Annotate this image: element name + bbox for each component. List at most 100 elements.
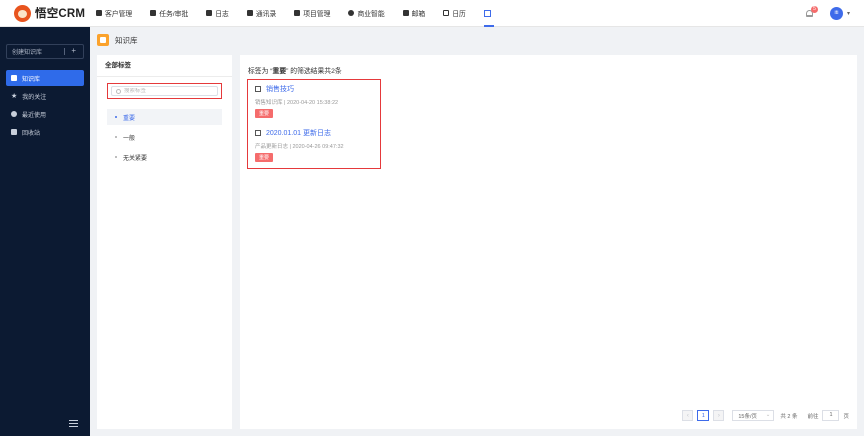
nav-task[interactable]: 任务/审批 — [150, 0, 188, 27]
page-size-value: 15条/页 — [738, 413, 757, 420]
document-icon — [255, 130, 261, 136]
divider — [64, 48, 65, 55]
pagination: ‹ 1 › 15条/页 ⌄ 共 2 条 前往 1 页 — [682, 410, 849, 421]
nav-bi[interactable]: 商业智能 — [348, 0, 385, 27]
results-suffix: ” 的筛选结果共2条 — [286, 68, 342, 75]
results-highlight-box: 销售技巧 销售知识库 | 2020-04-20 15:38:22 重要 2020… — [247, 79, 381, 169]
tag-search-wrapper — [111, 86, 218, 96]
app-logo[interactable]: 悟空CRM — [14, 4, 94, 22]
tag-label: 无关紧要 — [123, 155, 148, 162]
clock-icon — [11, 111, 17, 117]
entry-tag-badge: 重要 — [255, 153, 274, 162]
logo-text: 悟空CRM — [35, 8, 86, 20]
goto-label: 前往 — [807, 413, 819, 420]
tag-list: 重要 一般 无关紧要 — [107, 109, 222, 169]
sidebar-item-label: 知识库 — [22, 76, 41, 83]
plus-icon: + — [71, 46, 76, 55]
prev-page-button[interactable]: ‹ — [682, 410, 694, 421]
results-panel: 标签为 “重要” 的筛选结果共2条 销售技巧 销售知识库 | 2020-04-2… — [240, 55, 857, 429]
nav-label: 商业智能 — [357, 11, 385, 18]
entry-meta: 产品更新日志 | 2020-04-26 09:47:32 — [255, 144, 344, 150]
tag-search-input[interactable] — [124, 88, 214, 94]
bullet-icon — [115, 136, 117, 138]
sidebar-item-recent[interactable]: 最近使用 — [6, 106, 84, 122]
avatar[interactable]: iti — [829, 7, 843, 20]
entry-title[interactable]: 2020.01.01 更新日志 — [266, 128, 331, 138]
bullet-icon — [115, 116, 117, 118]
mail-icon — [402, 10, 409, 16]
project-icon — [294, 10, 301, 16]
knowledge-base-icon — [97, 34, 109, 46]
entry-title[interactable]: 销售技巧 — [266, 84, 294, 94]
search-icon — [116, 88, 121, 94]
trash-icon — [11, 129, 17, 135]
results-summary: 标签为 “重要” 的筛选结果共2条 — [248, 65, 342, 75]
sidebar-item-label: 我的关注 — [22, 94, 47, 101]
nav-project[interactable]: 项目管理 — [294, 0, 330, 27]
collapse-sidebar-icon[interactable] — [69, 420, 78, 427]
nav-calendar[interactable]: 日历 — [443, 0, 466, 27]
entry-meta: 销售知识库 | 2020-04-20 15:38:22 — [255, 100, 339, 106]
sidebar-menu: 知识库 ★ 我的关注 最近使用 回收站 — [6, 70, 84, 142]
tag-search-highlight — [107, 83, 222, 99]
sidebar-item-recycle-bin[interactable]: 回收站 — [6, 124, 84, 140]
entry-title-row[interactable]: 2020.01.01 更新日志 — [255, 128, 344, 138]
tag-item-important[interactable]: 重要 — [107, 109, 222, 125]
star-icon: ★ — [11, 93, 18, 100]
nav-contacts[interactable]: 通讯录 — [246, 0, 277, 27]
notification-badge: 5 — [810, 6, 818, 13]
nav-label: 邮箱 — [411, 11, 426, 18]
tag-label: 一般 — [123, 135, 136, 142]
sidebar-item-label: 最近使用 — [22, 112, 47, 119]
chevron-down-icon: ⌄ — [765, 412, 771, 418]
customer-icon — [96, 10, 102, 16]
bullet-icon — [115, 156, 117, 158]
tag-label: 重要 — [123, 115, 136, 122]
nav-label: 日志 — [215, 11, 229, 18]
tag-panel: 全部标签 重要 一般 无关紧要 — [97, 55, 232, 429]
main-nav: 客户管理 任务/审批 日志 通讯录 项目管理 商业智能 邮箱 日历 — [94, 0, 494, 27]
bi-icon — [348, 10, 355, 16]
goto-page-input[interactable]: 1 — [822, 410, 840, 421]
entry-title-row[interactable]: 销售技巧 — [255, 84, 338, 94]
contacts-icon — [246, 10, 253, 16]
nav-label: 通讯录 — [255, 11, 277, 18]
apps-grid-icon — [483, 9, 491, 17]
list-item[interactable]: 2020.01.01 更新日志 产品更新日志 | 2020-04-26 09:4… — [255, 128, 344, 162]
nav-mail[interactable]: 邮箱 — [402, 0, 426, 27]
sidebar-item-label: 回收站 — [22, 130, 41, 137]
header-actions: 5 iti ▾ — [805, 0, 850, 27]
list-item[interactable]: 销售技巧 销售知识库 | 2020-04-20 15:38:22 重要 — [255, 84, 338, 118]
logo-icon — [14, 4, 31, 22]
create-button-label: 创建知识库 — [12, 50, 43, 56]
page-header: 知识库 — [97, 33, 138, 47]
nav-label: 日历 — [452, 11, 466, 18]
book-icon — [11, 75, 17, 81]
nav-log[interactable]: 日志 — [206, 0, 229, 27]
sidebar: 创建知识库 + 知识库 ★ 我的关注 最近使用 回收站 — [0, 27, 90, 436]
page-title: 知识库 — [115, 35, 138, 45]
create-knowledge-base-button[interactable]: 创建知识库 + — [6, 44, 84, 59]
sidebar-item-knowledge-base[interactable]: 知识库 — [6, 70, 84, 86]
sidebar-item-my-follows[interactable]: ★ 我的关注 — [6, 88, 84, 104]
next-page-button[interactable]: › — [713, 410, 725, 421]
page-size-select[interactable]: 15条/页 ⌄ — [732, 410, 775, 421]
task-icon — [150, 10, 157, 16]
entry-tag-badge: 重要 — [255, 109, 274, 118]
top-navbar: 悟空CRM 客户管理 任务/审批 日志 通讯录 项目管理 商业智能 邮箱 日历 … — [0, 0, 864, 27]
nav-label: 客户管理 — [105, 11, 133, 18]
chevron-down-icon[interactable]: ▾ — [847, 10, 850, 17]
nav-customer[interactable]: 客户管理 — [96, 0, 132, 27]
results-prefix: 标签为 “ — [248, 68, 273, 75]
page-unit-label: 页 — [843, 413, 849, 420]
total-count: 共 2 条 — [780, 413, 798, 420]
nav-apps[interactable] — [483, 0, 494, 27]
tag-item-normal[interactable]: 一般 — [107, 129, 222, 145]
results-tag: 重要 — [272, 68, 287, 75]
document-icon — [255, 86, 261, 92]
notification-bell[interactable]: 5 — [805, 6, 818, 18]
tag-item-unimportant[interactable]: 无关紧要 — [107, 149, 222, 165]
nav-label: 项目管理 — [303, 11, 331, 18]
page-number-button[interactable]: 1 — [697, 410, 710, 421]
calendar-icon — [443, 10, 450, 16]
